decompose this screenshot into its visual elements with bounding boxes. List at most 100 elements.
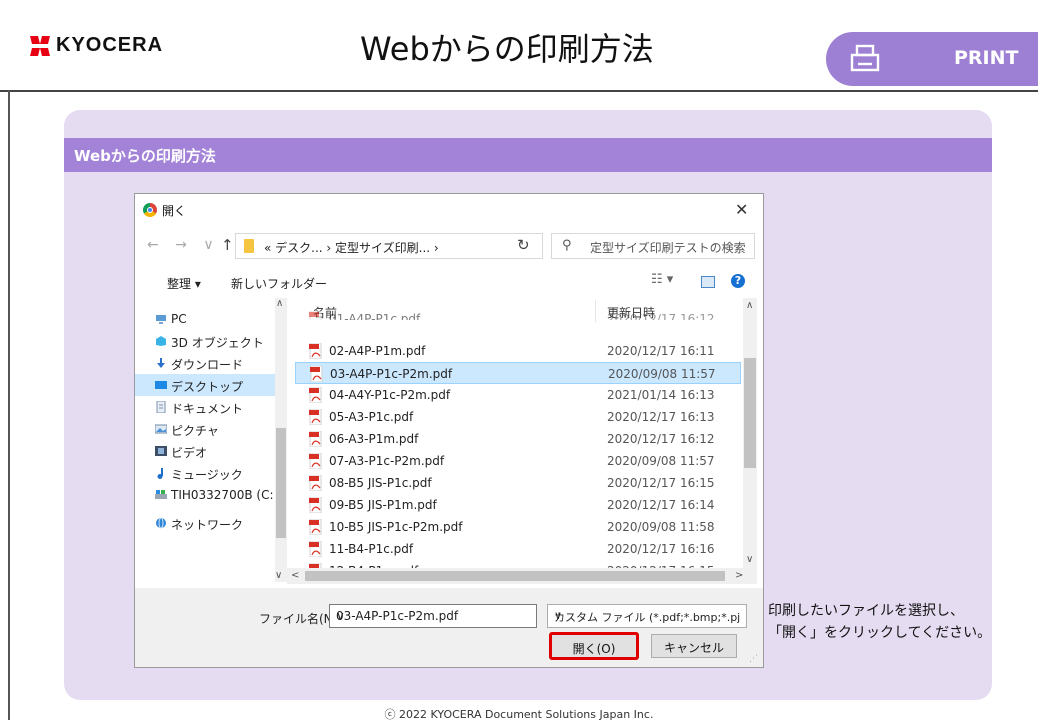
download-icon	[157, 358, 165, 368]
instruction-line-1: 印刷したいファイルを選択し、	[768, 603, 964, 619]
scroll-left-icon[interactable]: <	[291, 570, 299, 581]
print-tab: PRINT	[826, 32, 1038, 86]
page-header: KYOCERA Webからの印刷方法 PRINT	[0, 0, 1038, 92]
pdf-file-icon	[309, 387, 322, 403]
filename-field[interactable]: 03-A4P-P1c-P2m.pdf ∨	[329, 604, 537, 628]
tree-item-label: 3D オブジェクト	[171, 336, 264, 350]
open-button[interactable]: 開く(O)	[549, 632, 639, 660]
file-name: 05-A3-P1c.pdf	[329, 410, 414, 424]
file-date: 2020/12/17 16:11	[607, 344, 715, 358]
open-file-dialog: 開く ✕ ← → ∨ ↑ « デスク... › 定型サイズ印刷... › ∨ ↻…	[134, 193, 764, 668]
tree-scroll-down-icon[interactable]: ∨	[275, 570, 282, 581]
file-list: 名前 更新日時 01-A4P-P1c.pdf 2020/12/17 16:12 02…	[295, 298, 743, 568]
file-row[interactable]: 01-A4P-P1c.pdf 2020/12/17 16:12	[295, 308, 741, 320]
printer-icon	[850, 44, 880, 72]
file-row[interactable]: 12-B4-P1m.pdf2020/12/17 16:15	[295, 560, 741, 568]
file-date: 2020/12/17 16:15	[607, 476, 715, 490]
file-row[interactable]: 08-B5 JIS-P1c.pdf 2020/12/17 16:15	[295, 472, 741, 494]
navigation-tree: PC 3D オブジェクト ダウンロード デスクトップ ドキュメント ピクチャ ビ…	[135, 298, 287, 568]
file-date: 2020/12/17 16:14	[607, 498, 715, 512]
filetype-value[interactable]: カスタム ファイル (*.pdf;*.bmp;*.pj	[554, 609, 740, 625]
kyocera-logo: KYOCERA	[30, 34, 163, 57]
pc-icon	[156, 315, 166, 324]
3d-objects-icon	[156, 336, 166, 346]
help-icon[interactable]: ?	[731, 274, 745, 288]
address-bar[interactable]: « デスク... › 定型サイズ印刷... › ∨	[235, 233, 596, 260]
tree-item-network[interactable]: ネットワーク	[135, 512, 275, 534]
back-forward-icon[interactable]: ← → ∨	[147, 237, 220, 253]
instruction-line-2: 「開く」をクリックしてください。	[768, 625, 992, 641]
scroll-up-icon[interactable]: ∧	[746, 300, 753, 311]
tree-scroll-up-icon[interactable]: ∧	[276, 298, 283, 309]
search-input[interactable]: 定型サイズ印刷テストの検索	[590, 239, 746, 256]
file-row[interactable]: 09-B5 JIS-P1m.pdf 2020/12/17 16:14	[295, 494, 741, 516]
file-list-scrollbar-thumb[interactable]	[744, 358, 756, 468]
file-row[interactable]: 10-B5 JIS-P1c-P2m.pdf 2020/09/08 11:58	[295, 516, 741, 538]
search-box[interactable]: ⚲ 定型サイズ印刷テストの検索	[551, 233, 755, 259]
tree-scrollbar-thumb[interactable]	[276, 428, 286, 538]
file-date: 2020/12/17 16:13	[607, 410, 715, 424]
tree-item-videos[interactable]: ビデオ	[135, 440, 275, 462]
tree-item-label: ピクチャ	[171, 424, 219, 438]
file-row[interactable]: 04-A4Y-P1c-P2m.pdf 2021/01/14 16:13	[295, 384, 741, 406]
frame-left-line	[8, 90, 10, 720]
chevron-down-icon[interactable]: ∨	[554, 609, 562, 622]
file-name: 11-B4-P1c.pdf	[329, 542, 414, 556]
file-date: 2020/12/17 16:16	[607, 542, 715, 556]
dialog-body: PC 3D オブジェクト ダウンロード デスクトップ ドキュメント ピクチャ ビ…	[135, 298, 763, 588]
kyocera-logo-mark-icon	[30, 35, 50, 56]
filetype-select[interactable]: カスタム ファイル (*.pdf;*.bmp;*.pj ∨	[547, 604, 747, 628]
file-date: 2021/01/14 16:13	[607, 388, 715, 402]
tree-item-pc[interactable]: PC	[135, 308, 275, 330]
tree-item-3d-objects[interactable]: 3D オブジェクト	[135, 330, 275, 352]
tree-item-label: PC	[171, 312, 187, 326]
pdf-file-icon	[309, 311, 322, 320]
up-arrow-icon[interactable]: ↑	[221, 236, 234, 254]
preview-pane-icon[interactable]	[701, 276, 715, 288]
file-row[interactable]: 05-A3-P1c.pdf 2020/12/17 16:13	[295, 406, 741, 428]
music-icon	[157, 468, 163, 479]
scroll-right-icon[interactable]: >	[735, 570, 743, 581]
close-icon[interactable]: ✕	[735, 200, 748, 219]
file-name: 10-B5 JIS-P1c-P2m.pdf	[329, 520, 463, 534]
tree-item-drive-c[interactable]: TIH0332700B (C:	[135, 484, 275, 506]
new-folder-button[interactable]: 新しいフォルダー	[231, 275, 327, 292]
network-icon	[156, 517, 166, 529]
file-date: 2020/12/17 16:12	[607, 312, 715, 320]
tree-item-downloads[interactable]: ダウンロード	[135, 352, 275, 374]
filename-value[interactable]: 03-A4P-P1c-P2m.pdf	[336, 609, 458, 623]
chrome-icon	[143, 203, 157, 217]
pdf-file-icon	[309, 497, 322, 513]
refresh-icon[interactable]: ↻	[517, 236, 530, 254]
chevron-down-icon[interactable]: ∨	[336, 609, 345, 623]
scroll-down-icon[interactable]: ∨	[746, 554, 753, 565]
resize-grip-icon[interactable]: ⋰	[749, 654, 758, 664]
view-options-icon[interactable]: ☷ ▾	[651, 272, 673, 287]
organize-button[interactable]: 整理 ▾	[167, 275, 201, 292]
documents-icon	[156, 401, 166, 413]
pdf-file-icon	[309, 409, 322, 425]
pdf-file-icon	[309, 343, 322, 359]
tree-item-pictures[interactable]: ピクチャ	[135, 418, 275, 440]
file-row[interactable]: 02-A4P-P1m.pdf 2020/12/17 16:11	[295, 340, 741, 362]
tree-item-music[interactable]: ミュージック	[135, 462, 275, 484]
dialog-titlebar: 開く ✕	[135, 194, 763, 226]
pictures-icon	[155, 424, 167, 434]
dialog-toolbar: 整理 ▾ 新しいフォルダー ☷ ▾ ?	[135, 266, 763, 298]
file-name: 03-A4P-P1c-P2m.pdf	[330, 367, 453, 381]
cancel-button[interactable]: キャンセル	[651, 634, 737, 658]
file-row[interactable]: 07-A3-P1c-P2m.pdf 2020/09/08 11:57	[295, 450, 741, 472]
file-row[interactable]: 11-B4-P1c.pdf 2020/12/17 16:16	[295, 538, 741, 560]
tree-item-documents[interactable]: ドキュメント	[135, 396, 275, 418]
panel-heading-bar: Webからの印刷方法	[64, 138, 992, 172]
address-path[interactable]: « デスク... › 定型サイズ印刷... ›	[264, 239, 439, 256]
tree-item-label: デスクトップ	[171, 380, 244, 394]
folder-icon	[244, 239, 254, 253]
file-row[interactable]: 06-A3-P1m.pdf 2020/12/17 16:12	[295, 428, 741, 450]
file-row[interactable]: 03-A4P-P1c-P2m.pdf 2020/09/08 11:57	[295, 362, 741, 384]
dialog-navbar: ← → ∨ ↑ « デスク... › 定型サイズ印刷... › ∨ ↻ ⚲ 定型…	[135, 226, 763, 266]
horizontal-scrollbar-thumb[interactable]	[305, 571, 725, 581]
instruction-text: 印刷したいファイルを選択し、 「開く」をクリックしてください。	[768, 600, 991, 644]
page-title: Webからの印刷方法	[360, 30, 654, 68]
tree-item-desktop[interactable]: デスクトップ	[135, 374, 275, 396]
